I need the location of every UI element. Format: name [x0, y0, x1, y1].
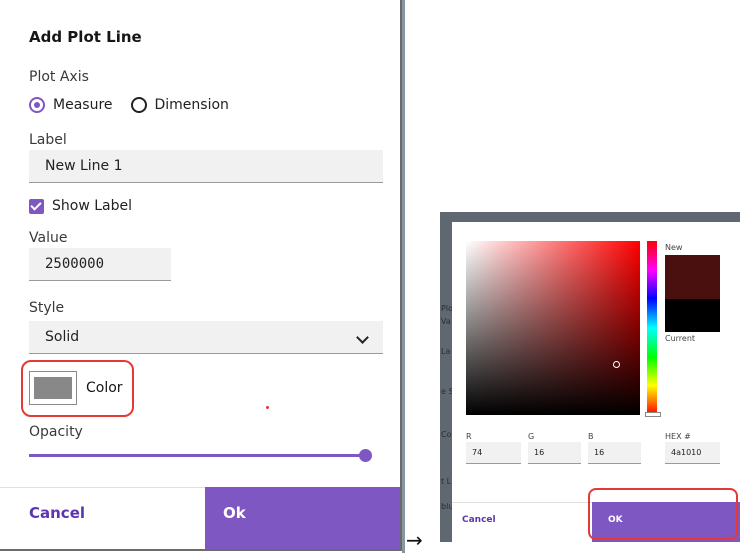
current-color-swatch: [665, 299, 720, 332]
radio-dimension[interactable]: [130, 97, 147, 113]
hex-input[interactable]: 4a1010: [665, 442, 720, 464]
chevron-down-icon: [356, 331, 369, 344]
current-color-label: Current: [665, 334, 696, 343]
peek-text: Co: [441, 430, 452, 439]
saturation-value-picker[interactable]: [466, 241, 640, 415]
peek-text: La: [441, 347, 451, 356]
color-label: Color: [86, 380, 123, 396]
opacity-slider-track[interactable]: [29, 454, 365, 457]
plot-axis-label: Plot Axis: [29, 69, 89, 85]
footer-divider: [0, 487, 205, 488]
show-label-text[interactable]: Show Label: [52, 198, 132, 214]
opacity-label: Opacity: [29, 424, 83, 440]
r-label: R: [466, 432, 472, 441]
radio-dimension-label[interactable]: Dimension: [155, 97, 229, 113]
hex-label: HEX #: [665, 432, 691, 441]
g-input[interactable]: 16: [528, 442, 581, 464]
value-input-value: 2500000: [45, 256, 105, 272]
peek-text: Va: [441, 317, 451, 326]
color-swatch-button[interactable]: [29, 371, 77, 405]
radio-measure[interactable]: [29, 97, 45, 113]
value-input[interactable]: 2500000: [29, 248, 171, 281]
color-swatch: [34, 377, 72, 399]
hue-slider-handle[interactable]: [645, 412, 661, 417]
style-field-label: Style: [29, 300, 65, 316]
peek-text: t L: [441, 477, 452, 486]
arrow-indicator: →: [406, 528, 423, 552]
background-strip: [402, 0, 405, 553]
add-plot-line-dialog: Add Plot Line Plot Axis Measure Dimensio…: [0, 0, 402, 551]
style-select[interactable]: Solid: [29, 321, 383, 354]
red-dot: [266, 406, 269, 409]
dialog-title: Add Plot Line: [29, 28, 142, 46]
new-color-label: New: [665, 243, 683, 252]
footer-divider: [452, 502, 592, 503]
label-input-value: New Line 1: [45, 158, 123, 174]
r-input[interactable]: 74: [466, 442, 521, 464]
radio-measure-label[interactable]: Measure: [53, 97, 113, 113]
value-field-label: Value: [29, 230, 68, 246]
cancel-button[interactable]: Cancel: [29, 504, 85, 522]
style-select-value: Solid: [45, 329, 80, 345]
b-input[interactable]: 16: [588, 442, 641, 464]
label-field-label: Label: [29, 132, 67, 148]
r-input-value: 74: [472, 448, 483, 457]
plot-axis-radio-group: Measure Dimension: [29, 97, 229, 113]
color-picker-cancel-button[interactable]: Cancel: [462, 515, 496, 525]
hue-slider[interactable]: [647, 241, 657, 415]
show-label-checkbox[interactable]: [29, 199, 44, 214]
opacity-slider-thumb[interactable]: [359, 449, 372, 462]
b-label: B: [588, 432, 594, 441]
new-color-swatch: [665, 255, 720, 299]
g-input-value: 16: [534, 448, 545, 457]
label-input[interactable]: New Line 1: [29, 150, 383, 183]
hex-input-value: 4a1010: [671, 448, 702, 457]
sv-cursor[interactable]: [613, 361, 620, 368]
ok-highlight-box: [588, 488, 738, 540]
b-input-value: 16: [594, 448, 605, 457]
g-label: G: [528, 432, 535, 441]
ok-button[interactable]: Ok: [205, 487, 400, 549]
